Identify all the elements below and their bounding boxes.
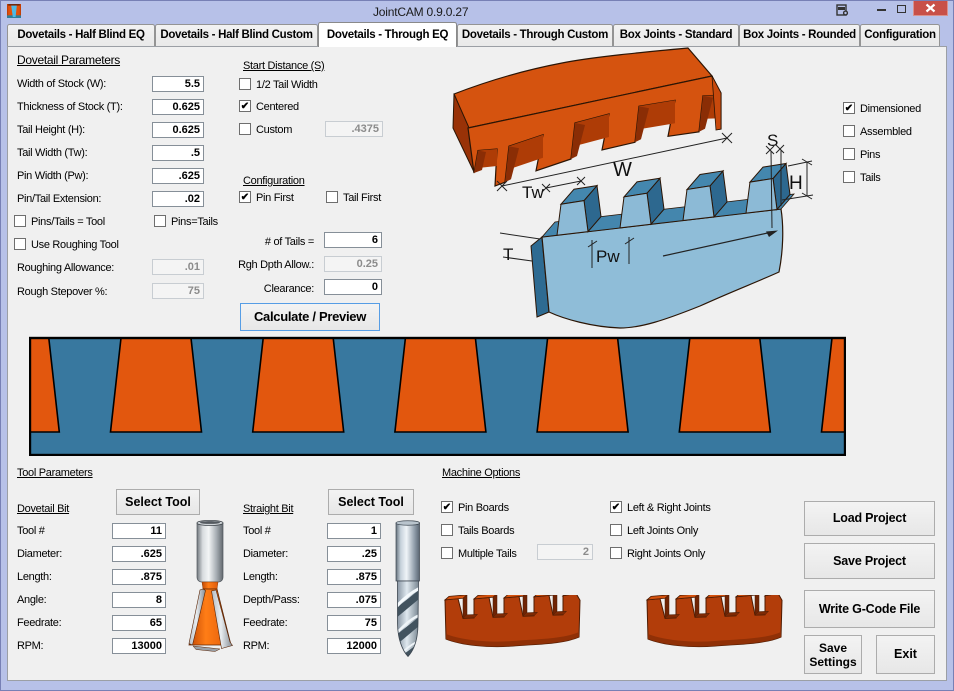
- svg-text:T: T: [503, 245, 513, 264]
- svg-text:H: H: [789, 173, 803, 194]
- svg-text:W: W: [613, 159, 632, 181]
- svg-text:Tw: Tw: [522, 183, 544, 202]
- svg-text:Pw: Pw: [596, 247, 620, 266]
- svg-text:S: S: [767, 131, 778, 150]
